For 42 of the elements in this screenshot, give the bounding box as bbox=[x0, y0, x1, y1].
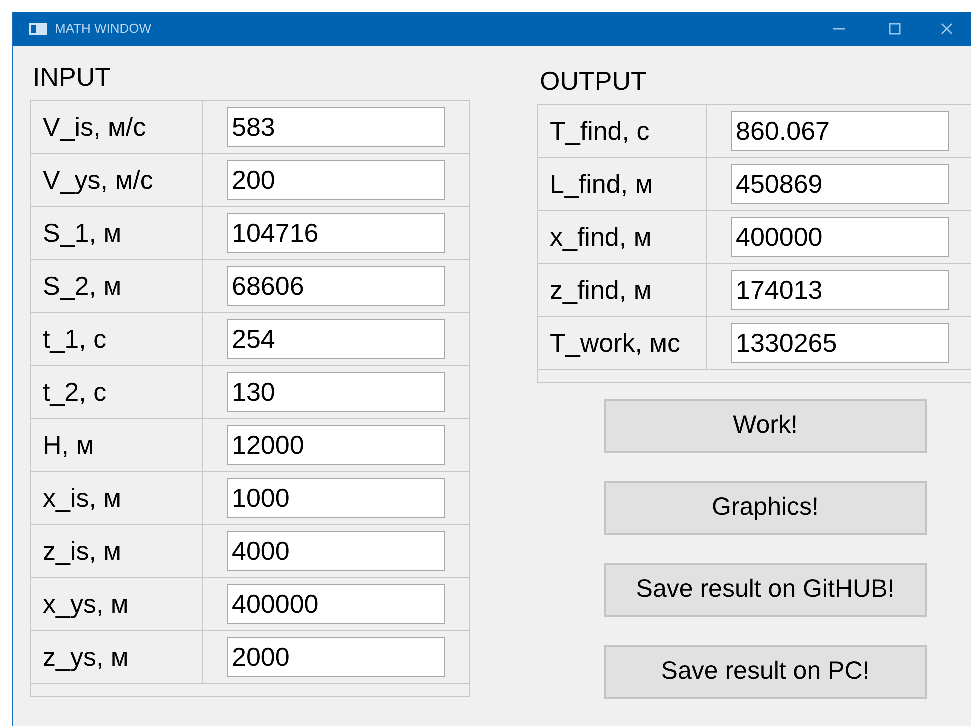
close-icon[interactable] bbox=[941, 23, 953, 35]
parameter-label: T_find, с bbox=[550, 114, 650, 148]
window-icon bbox=[29, 23, 47, 35]
value-field[interactable]: 174013 bbox=[731, 270, 949, 310]
value-field[interactable]: 583 bbox=[227, 107, 445, 147]
value-field[interactable]: 68606 bbox=[227, 266, 445, 306]
value-field[interactable]: 2000 bbox=[227, 637, 445, 677]
value-field[interactable]: 104716 bbox=[227, 213, 445, 253]
parameter-label: T_work, мс bbox=[550, 326, 681, 360]
section-heading: OUTPUT bbox=[540, 68, 648, 94]
value-field[interactable]: 130 bbox=[227, 372, 445, 412]
maximize-icon[interactable] bbox=[889, 23, 901, 35]
action-button[interactable]: Save result on GitHUB! bbox=[604, 563, 927, 617]
value-field[interactable]: 1330265 bbox=[731, 323, 949, 363]
parameter-label: z_is, м bbox=[43, 534, 122, 568]
action-button[interactable]: Save result on PC! bbox=[604, 645, 927, 699]
parameter-label: S_2, м bbox=[43, 270, 122, 302]
parameter-label: t_1, с bbox=[43, 322, 107, 356]
action-button[interactable]: Work! bbox=[604, 399, 927, 453]
parameter-label: z_find, м bbox=[550, 274, 652, 306]
value-field[interactable]: 860.067 bbox=[731, 111, 949, 151]
value-field[interactable]: 12000 bbox=[227, 425, 445, 465]
parameter-label: S_1, м bbox=[43, 216, 122, 250]
action-button[interactable]: Graphics! bbox=[604, 481, 927, 535]
parameter-label: L_find, м bbox=[550, 168, 654, 200]
window-title: MATH WINDOW bbox=[55, 20, 152, 38]
section-heading: INPUT bbox=[33, 64, 112, 90]
parameter-label: t_2, с bbox=[43, 376, 107, 408]
parameter-label: x_is, м bbox=[43, 482, 122, 514]
value-field[interactable]: 400000 bbox=[227, 584, 445, 624]
parameter-label: V_is, м/с bbox=[43, 110, 146, 144]
value-field[interactable]: 254 bbox=[227, 319, 445, 359]
value-field[interactable]: 400000 bbox=[731, 217, 949, 257]
value-field[interactable]: 4000 bbox=[227, 531, 445, 571]
value-field[interactable]: 200 bbox=[227, 160, 445, 200]
parameter-label: z_ys, м bbox=[43, 640, 129, 674]
parameter-label: x_ys, м bbox=[43, 588, 129, 620]
value-field[interactable]: 1000 bbox=[227, 478, 445, 518]
value-field[interactable]: 450869 bbox=[731, 164, 949, 204]
parameter-label: V_ys, м/с bbox=[43, 164, 154, 196]
parameter-label: H, м bbox=[43, 428, 94, 462]
parameter-label: x_find, м bbox=[550, 220, 652, 254]
